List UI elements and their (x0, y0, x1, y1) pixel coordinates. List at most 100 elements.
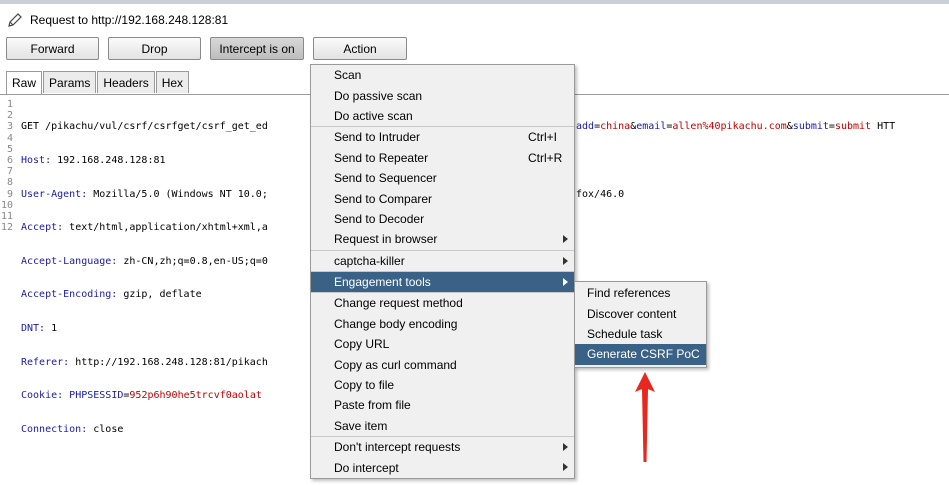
request-text-visible-right: add=china&email=allen%40pikachu.com&subm… (576, 99, 895, 222)
menu-item-label: Copy URL (334, 337, 390, 352)
header-accept-language: Accept-Language: zh-CN,zh;q=0.8,en-US;q=… (21, 256, 268, 267)
header-key: Referer: (21, 356, 70, 368)
drop-button[interactable]: Drop (108, 37, 201, 60)
param-name: submit (792, 121, 829, 133)
line-number: 11 (0, 211, 13, 223)
menu-item-label: Schedule task (587, 326, 663, 341)
header-key: Accept: (21, 222, 64, 234)
menu-item-label: Copy as curl command (334, 357, 457, 372)
menu-item-do-intercept[interactable]: Do intercept (311, 457, 574, 477)
submenu-item-discover-content[interactable]: Discover content (575, 303, 706, 323)
menu-item-label: Send to Sequencer (334, 171, 437, 186)
menu-item-label: Request in browser (334, 232, 438, 247)
menu-item-dont-intercept-requests[interactable]: Don't intercept requests (311, 437, 574, 457)
menu-item-send-to-comparer[interactable]: Send to Comparer (311, 188, 574, 208)
header-key: Accept-Language: (21, 255, 118, 267)
request-title: Request to http://192.168.248.128:81 (30, 13, 229, 27)
cookie-name: PHPSESSID (63, 390, 124, 402)
line-number-gutter: 1 2 3 4 5 6 7 8 9 10 11 12 (0, 99, 13, 233)
line-number: 1 (6, 99, 13, 110)
menu-item-label: Send to Repeater (334, 150, 429, 165)
line-number: 4 (6, 132, 13, 144)
menu-item-captcha-killer[interactable]: captcha-killer (311, 251, 574, 271)
header-host: Host: 192.168.248.128:81 (21, 155, 268, 166)
menu-item-send-to-decoder[interactable]: Send to Decoder (311, 209, 574, 229)
window-top-strip (0, 0, 949, 4)
menu-item-label: Send to Decoder (334, 211, 425, 226)
blank-line: ​ (576, 155, 895, 166)
header-accept-encoding: Accept-Encoding: gzip, deflate (21, 289, 268, 300)
line-number: 3 (6, 121, 13, 133)
submenu-arrow-icon (563, 463, 568, 472)
http-version: HTT (871, 121, 896, 133)
menu-item-label: Save item (334, 418, 388, 433)
query-string-tail: add=china&email=allen%40pikachu.com&subm… (576, 121, 895, 132)
line-number: 10 (0, 199, 13, 211)
menu-item-label: Generate CSRF PoC (587, 347, 700, 362)
header-value: fox/46.0 (576, 188, 625, 200)
tab-hex[interactable]: Hex (155, 71, 190, 93)
menu-item-copy-url[interactable]: Copy URL (311, 334, 574, 354)
annotation-arrow-icon (635, 372, 655, 462)
menu-item-change-body-encoding[interactable]: Change body encoding (311, 314, 574, 334)
tab-params[interactable]: Params (43, 71, 97, 93)
header-value: Mozilla/5.0 (Windows NT 10.0; (87, 188, 268, 200)
menu-item-copy-as-curl[interactable]: Copy as curl command (311, 354, 574, 374)
submenu-arrow-icon (563, 443, 568, 452)
header-dnt: DNT: 1 (21, 323, 268, 334)
param-value: submit (834, 121, 872, 133)
submenu-arrow-icon (563, 235, 568, 244)
header-connection: Connection: close (21, 424, 268, 435)
menu-shortcut: Ctrl+R (528, 150, 563, 165)
menu-item-send-to-repeater[interactable]: Send to Repeater Ctrl+R (311, 148, 574, 168)
pencil-icon[interactable] (6, 11, 24, 29)
submenu-item-schedule-task[interactable]: Schedule task (575, 324, 706, 344)
action-button[interactable]: Action (313, 37, 407, 60)
header-value: 192.168.248.128:81 (51, 155, 166, 167)
menu-item-label: Engagement tools (334, 275, 431, 290)
tab-raw[interactable]: Raw (6, 71, 43, 94)
forward-button[interactable]: Forward (6, 37, 99, 60)
menu-item-label: Find references (587, 286, 671, 301)
menu-item-do-passive-scan[interactable]: Do passive scan (311, 85, 574, 105)
menu-item-label: Discover content (587, 306, 677, 321)
header-referer: Referer: http://192.168.248.128:81/pikac… (21, 357, 268, 368)
menu-shortcut: Ctrl+I (528, 130, 558, 145)
menu-item-copy-to-file[interactable]: Copy to file (311, 375, 574, 395)
menu-item-do-active-scan[interactable]: Do active scan (311, 106, 574, 126)
submenu-arrow-icon (563, 256, 568, 265)
tab-headers[interactable]: Headers (97, 71, 155, 93)
header-accept: Accept: text/html,application/xhtml+xml,… (21, 222, 268, 233)
menu-item-label: Copy to file (334, 378, 395, 393)
submenu-item-find-references[interactable]: Find references (575, 283, 706, 303)
header-value: gzip, deflate (117, 289, 202, 301)
menu-item-request-in-browser[interactable]: Request in browser (311, 229, 574, 249)
menu-item-engagement-tools[interactable]: Engagement tools (311, 271, 574, 293)
menu-item-paste-from-file[interactable]: Paste from file (311, 395, 574, 415)
menu-item-scan[interactable]: Scan (311, 65, 574, 85)
request-text: GET /pikachu/vul/csrf/csrfget/csrf_get_e… (21, 99, 268, 458)
line-number: 7 (6, 166, 13, 178)
line-number: 8 (6, 177, 13, 189)
menu-item-label: Paste from file (334, 398, 411, 413)
intercept-toggle-button[interactable]: Intercept is on (210, 37, 304, 60)
header-user-agent: User-Agent: Mozilla/5.0 (Windows NT 10.0… (21, 189, 268, 200)
menu-item-save-item[interactable]: Save item (311, 416, 574, 436)
menu-item-label: Do passive scan (334, 88, 423, 103)
line-number: 2 (6, 110, 13, 122)
menu-item-label: Change request method (334, 296, 463, 311)
menu-item-label: captcha-killer (334, 253, 405, 268)
menu-item-label: Don't intercept requests (334, 440, 461, 455)
menu-item-send-to-sequencer[interactable]: Send to Sequencer (311, 168, 574, 188)
menu-item-label: Do active scan (334, 108, 413, 123)
user-agent-tail: fox/46.0 (576, 189, 895, 200)
menu-item-label: Do intercept (334, 460, 399, 475)
header-key: Cookie: (21, 390, 64, 402)
message-tabs: Raw Params Headers Hex (6, 71, 190, 94)
request-line-text: GET /pikachu/vul/csrf/csrfget/csrf_get_e… (21, 121, 268, 133)
menu-item-send-to-intruder[interactable]: Send to Intruder Ctrl+I (311, 127, 574, 147)
line-number: 5 (6, 143, 13, 155)
menu-item-change-request-method[interactable]: Change request method (311, 293, 574, 313)
request-bar: Request to http://192.168.248.128:81 (6, 10, 228, 30)
submenu-item-generate-csrf-poc[interactable]: Generate CSRF PoC (575, 344, 706, 365)
